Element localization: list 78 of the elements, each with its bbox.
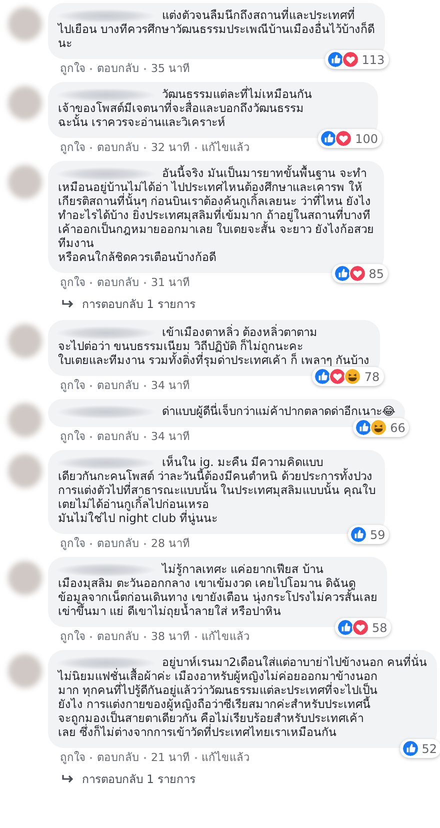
blurred-avatar — [8, 86, 42, 120]
reaction-count: 100 — [355, 132, 378, 146]
reply-arrow-icon — [62, 774, 74, 784]
edited-label[interactable]: แก้ไขแล้ว — [202, 630, 250, 644]
reaction-badge[interactable]: 66 — [353, 418, 410, 437]
like-icon — [355, 419, 372, 436]
reaction-badge[interactable]: 78 — [312, 367, 384, 386]
like-link[interactable]: ถูกใจ — [60, 430, 85, 444]
blurred-avatar — [8, 7, 42, 41]
reaction-count: 52 — [422, 742, 437, 756]
reply-link[interactable]: ตอบกลับ — [97, 379, 139, 393]
reply-link[interactable]: ตอบกลับ — [97, 751, 139, 765]
reaction-count: 85 — [368, 266, 384, 280]
like-link[interactable]: ถูกใจ — [60, 630, 85, 644]
comment-time[interactable]: 35 นาที — [151, 62, 190, 76]
comment-time[interactable]: 21 นาที — [151, 751, 190, 765]
reply-link[interactable]: ตอบกลับ — [97, 537, 139, 551]
reaction-badge[interactable]: 52 — [400, 739, 440, 758]
reaction-badge[interactable]: 59 — [348, 525, 390, 544]
like-icon — [334, 265, 351, 282]
comment-time[interactable]: 34 นาที — [151, 430, 190, 444]
heart-icon — [342, 51, 359, 68]
reply-link[interactable]: ตอบกลับ — [97, 430, 139, 444]
reaction-count: 58 — [372, 620, 388, 634]
reaction-badge[interactable]: 85 — [332, 264, 388, 283]
reply-link[interactable]: ตอบกลับ — [97, 141, 139, 155]
like-icon — [326, 51, 344, 68]
like-icon — [314, 368, 332, 385]
edited-label[interactable]: แก้ไขแล้ว — [202, 751, 250, 765]
comment-text: เข้าเมืองตาหลิ่ว ต้องหลิ่วตาตาม จะไปต่อว่า ขนบธรรมเนียม วิถีปฏิบัติ ก็ไม่ถูกนะคะ ใบเตยและทีมงาน รวมทั้งติ่งที่รุมด่าประเทศเค้า ก็ เพลาๆ กันบ้าง — [58, 325, 370, 367]
like-link[interactable]: ถูกใจ — [60, 751, 85, 765]
reaction-count: 59 — [370, 528, 386, 542]
like-link[interactable]: ถูกใจ — [60, 141, 85, 155]
reply-arrow-icon — [62, 299, 74, 309]
like-icon — [337, 619, 354, 636]
comment-time[interactable]: 28 นาที — [151, 537, 190, 551]
comment-text: ด่าแบบผู้ดีนี่เจ็บกว่าแม่ค้าปากตลาดด่าอีกเนาะ😂 — [161, 404, 396, 418]
comment-time[interactable]: 34 นาที — [151, 379, 190, 393]
blurred-avatar — [8, 454, 42, 488]
laughing-emoji-icon — [344, 368, 362, 385]
reply-link[interactable]: ตอบกลับ — [97, 630, 139, 644]
reaction-count: 78 — [364, 370, 380, 384]
blurred-avatar — [8, 165, 42, 199]
heart-icon — [348, 265, 366, 282]
blurred-avatar — [8, 654, 42, 688]
like-icon — [402, 740, 419, 757]
reply-link[interactable]: ตอบกลับ — [97, 276, 139, 290]
comment-text: แต่งตัวจนลืมนึกถึงสถานที่และประเทศที่ ไปเยือน บางทีควรศึกษาวัฒนธรรมประเพณีบ้านเมืองอื่นไว้บ้างก็ดี นะ — [58, 8, 375, 50]
like-link[interactable]: ถูกใจ — [60, 379, 85, 393]
comment-text: วัฒนธรรมแต่ละที่ไม่เหมือนกัน เจ้าของโพสต์มีเจตนาที่จะสื่อและบอกถึงวัฒนธรรม ฉะนั้น เราควรจะอ่านและวิเคราะห์ — [58, 87, 313, 129]
view-replies-link[interactable]: การตอบกลับ 1 รายการ — [82, 772, 196, 786]
comment-text: ไม่รู้กาลเทศะ แค่อยากเฟียส บ้าน เมืองมุสลิม ตะวันออกกลาง เขาเข้มงวด เคยไปโอมาน ดิฉันดู ข้อมูลจากเน็ตก่อนเดินทาง เขายังเตือน นุ่งกระโปรงไม่ควรสั้นเลย เข่าขึ้นมา แย่ ดีเขาไม่ถุยน้ำลายใส่ หรือปาหิน — [58, 562, 378, 618]
reaction-badge[interactable]: 100 — [318, 129, 382, 148]
reply-link[interactable]: ตอบกลับ — [97, 62, 139, 76]
like-link[interactable]: ถูกใจ — [60, 537, 85, 551]
like-icon — [320, 130, 338, 147]
laughing-emoji-icon — [370, 419, 388, 436]
comment-time[interactable]: 31 นาที — [151, 276, 190, 290]
comment-time[interactable]: 32 นาที — [151, 141, 190, 155]
comment-text: เห็นใน ig. มะคืน มีความคิดแบบ เดียวกันกะคนโพสต์ ว่าละวันนี้ต้องมีคนตำหนิ ด้วยประการทั้งปวง การแต่งตัวไปที่สาธารณะแบบนั้น ในประเทศมุสลิมแบบนั้น คุณใบ เตยไม่ได้อ่านกูเกิ้ลไปก่อนเหรอ มันไม่ใช่ไป night club ที่นู่นนะ — [58, 455, 376, 525]
comment-text: อยู่บาห์เรนมา2เดือนใส่แต่อาบาย่าไปข้างนอก คนที่นั่น ไม่นิยมแฟชั่นเสื้อผ้าค่ะ เมืองอาหรับผู้หญิงไม่ค่อยออกมาข้างนอก มาก ทุกคนที่ไปรู้ดีกันอยู่แล้วว่าวัฒนธรรมแต่ละประเทศที่จะไปเป็น ยังไง การแต่งกายของผู้หญิงถือว่าซีเรียสมากค่ะสำหรับประเทศนี้ จะถูกมองเป็นสายตาเดียวกัน คือไม่เรียบร้อยสำหรับประเทศเค้า เลย ซึ่งก็ไม่ต่างจากการเข้าวัดที่ประเทศไทยเราเหมือนกัน — [58, 655, 427, 739]
heart-icon — [329, 368, 346, 385]
blurred-avatar — [8, 403, 42, 437]
like-icon — [350, 526, 368, 543]
reaction-badge[interactable]: 113 — [324, 50, 389, 69]
comment-text: อันนี้จริง มันเป็นมารยาทขั้นพื้นฐาน จะทำ เหมือนอยู่บ้านไม่ได้อ่า ไปประเทศไหนต้องศึกษาและเคารพ ให้ เกียรติสถานที่นั้นๆ ก่อนบินเราต้องค้นกูเกิ้ลเลยนะ ว่าที่ไหน ยังไง ทำอะไรได้บ้าง ยิ่งประเทศมุสลิมที่เข้มมาก ถ้าอยู่ในสถานที่บางที เค้าออกเป็นกฎหมายออกมาเลย ใบเตยจะสั้น จะยาว ยังไงก้อสวย ทีมงาน หรือคนใกล้ชิดควรเตือนบ้างก้อดี — [58, 166, 374, 264]
like-link[interactable]: ถูกใจ — [60, 62, 85, 76]
heart-icon — [335, 130, 352, 147]
like-link[interactable]: ถูกใจ — [60, 276, 85, 290]
reaction-badge[interactable]: 58 — [335, 618, 392, 637]
blurred-avatar — [8, 561, 42, 595]
comment-time[interactable]: 38 นาที — [151, 630, 190, 644]
edited-label[interactable]: แก้ไขแล้ว — [202, 141, 250, 155]
reaction-count: 113 — [362, 52, 385, 66]
view-replies-link[interactable]: การตอบกลับ 1 รายการ — [82, 297, 196, 311]
heart-icon — [352, 619, 370, 636]
blurred-avatar — [8, 324, 42, 358]
reaction-count: 66 — [390, 420, 406, 434]
